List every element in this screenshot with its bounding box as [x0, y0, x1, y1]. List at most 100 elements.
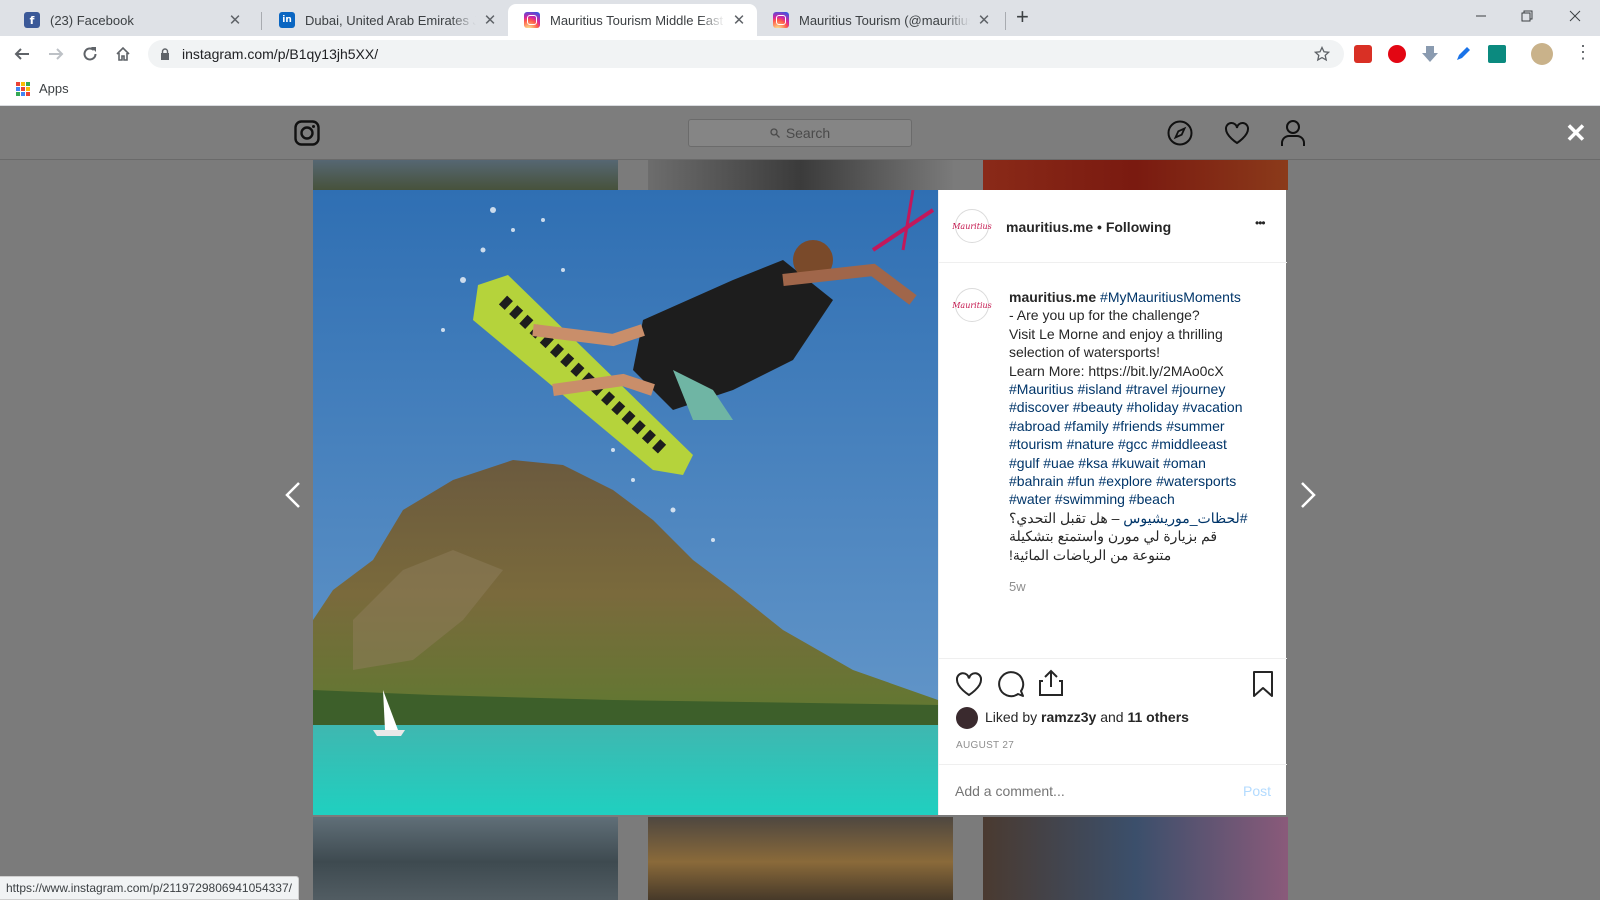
caption-username[interactable]: mauritius.me: [1009, 289, 1096, 305]
apps-bookmark[interactable]: Apps: [39, 81, 69, 96]
comment-icon[interactable]: [997, 670, 1025, 698]
share-icon[interactable]: [1038, 669, 1064, 697]
tab-title: Dubai, United Arab Emirates Jobs: [305, 12, 476, 28]
caption-hashtag[interactable]: #MyMauritiusMoments: [1100, 289, 1241, 305]
search-icon: [770, 128, 780, 138]
arabic-line: قم بزيارة لي مورن واستمتع بتشكيلة: [1009, 528, 1218, 545]
search-input[interactable]: Search: [688, 119, 912, 147]
grid-tile-image[interactable]: [313, 817, 618, 900]
comment-input[interactable]: [955, 776, 1225, 806]
chevron-right-icon[interactable]: [1300, 481, 1316, 509]
search-placeholder: Search: [785, 125, 831, 141]
caption-age[interactable]: 5w: [1009, 578, 1269, 596]
url-text[interactable]: instagram.com/p/B1qy13jh5XX/: [182, 46, 378, 62]
hashtag-line[interactable]: #gulf #uae #ksa #kuwait #oman: [1009, 454, 1269, 472]
heart-icon[interactable]: [1224, 121, 1250, 145]
divider: [939, 658, 1287, 659]
close-icon: [1569, 10, 1581, 22]
likes-summary: Liked by ramzz3y and 11 others: [985, 709, 1189, 725]
forward-button[interactable]: [42, 40, 70, 68]
caption-line: selection of watersports!: [1009, 344, 1160, 361]
home-button[interactable]: [109, 40, 137, 68]
close-tab-icon[interactable]: ✕: [482, 11, 498, 29]
adblock-icon[interactable]: [1388, 45, 1406, 63]
profile-icon[interactable]: [1280, 119, 1306, 147]
liked-by-label: Liked by: [985, 709, 1038, 725]
tab-title: Mauritius Tourism (@mauritius.to: [799, 12, 970, 28]
tab-separator: [1005, 12, 1006, 30]
home-icon: [116, 46, 130, 61]
book-extension-icon[interactable]: [1488, 45, 1506, 63]
pen-icon: [1457, 47, 1470, 60]
arrow-left-icon: [14, 48, 29, 60]
post-caption: mauritius.me #MyMauritiusMoments - Are y…: [1009, 288, 1269, 597]
hashtag-line[interactable]: #tourism #nature #gcc #middleeast: [1009, 435, 1269, 453]
hashtag-line[interactable]: #abroad #family #friends #summer: [1009, 417, 1269, 435]
download-extension-icon[interactable]: [1421, 45, 1439, 68]
compass-icon[interactable]: [1167, 120, 1193, 146]
extension-icon[interactable]: [1354, 45, 1372, 63]
chevron-left-icon[interactable]: [285, 481, 301, 509]
caption-avatar[interactable]: Mauritius: [952, 288, 992, 322]
grid-tile-image[interactable]: [648, 160, 953, 190]
star-icon[interactable]: [1314, 46, 1330, 62]
divider: [939, 764, 1287, 765]
minimize-icon: [1476, 15, 1486, 17]
post-header-author[interactable]: mauritius.me • Following: [1006, 219, 1171, 235]
arabic-hashtag[interactable]: #لحظات_موريشيوس: [1123, 510, 1247, 526]
restore-button[interactable]: [1504, 0, 1550, 32]
brand-logo-icon: Mauritius: [952, 300, 992, 310]
tab-linkedin[interactable]: in Dubai, United Arab Emirates Jobs ✕: [263, 4, 508, 36]
linkedin-icon: in: [279, 12, 295, 28]
liker-username[interactable]: ramzz3y: [1041, 709, 1096, 725]
apps-icon[interactable]: [16, 82, 30, 96]
bookmark-icon[interactable]: [1252, 670, 1274, 698]
liker-avatar[interactable]: [956, 707, 978, 729]
tab-mauritius-tourism[interactable]: Mauritius Tourism (@mauritius.to ✕: [757, 4, 1002, 36]
reload-button[interactable]: [76, 40, 104, 68]
grid-tile-image[interactable]: [983, 817, 1288, 900]
back-button[interactable]: [8, 40, 36, 68]
tab-separator: [261, 12, 262, 30]
restore-icon: [1521, 10, 1533, 22]
hashtag-line[interactable]: #discover #beauty #holiday #vacation: [1009, 398, 1269, 416]
hashtag-line[interactable]: #Mauritius #island #travel #journey: [1009, 380, 1269, 398]
browser-toolbar: instagram.com/p/B1qy13jh5XX/ ⋮: [0, 36, 1600, 72]
new-tab-button[interactable]: +: [1016, 4, 1029, 30]
hashtag-line[interactable]: #bahrain #fun #explore #watersports: [1009, 472, 1269, 490]
author-avatar[interactable]: Mauritius: [952, 209, 992, 243]
close-tab-icon[interactable]: ✕: [731, 11, 747, 29]
arrow-right-icon: [49, 48, 64, 60]
profile-avatar[interactable]: [1531, 43, 1553, 65]
like-heart-icon[interactable]: [955, 671, 983, 697]
address-bar[interactable]: instagram.com/p/B1qy13jh5XX/: [148, 40, 1344, 68]
post-date[interactable]: AUGUST 27: [956, 740, 1014, 751]
minimize-button[interactable]: [1458, 0, 1504, 32]
instagram-icon: [773, 12, 789, 28]
menu-kebab-icon[interactable]: ⋮: [1574, 42, 1592, 63]
close-tab-icon[interactable]: ✕: [976, 11, 992, 29]
caption-line: Visit Le Morne and enjoy a thrilling: [1009, 325, 1223, 342]
tab-facebook[interactable]: f (23) Facebook ✕: [8, 4, 253, 36]
grid-tile-image[interactable]: [648, 817, 953, 900]
tab-mauritius-middle-east[interactable]: Mauritius Tourism Middle East (@ ✕: [508, 4, 757, 36]
likes-others-link[interactable]: 11 others: [1127, 709, 1188, 725]
pen-extension-icon[interactable]: [1454, 45, 1472, 68]
hashtag-line[interactable]: #water #swimming #beach: [1009, 490, 1269, 508]
instagram-logo-icon[interactable]: [294, 120, 320, 146]
grid-tile-image[interactable]: [983, 160, 1288, 190]
close-tab-icon[interactable]: ✕: [227, 11, 243, 29]
close-modal-icon[interactable]: ✕: [1565, 118, 1587, 149]
post-image[interactable]: [313, 190, 938, 815]
grid-tile-image[interactable]: [313, 160, 618, 190]
brand-logo-icon: Mauritius: [952, 221, 992, 231]
post-comment-button[interactable]: Post: [1243, 783, 1271, 799]
close-window-button[interactable]: [1552, 0, 1598, 32]
instagram-page: Search Mauritius mauritius.me • Followin…: [0, 106, 1600, 900]
facebook-icon: f: [24, 12, 40, 28]
post-details-panel: Mauritius mauritius.me • Following ••• M…: [938, 190, 1287, 815]
caption-line: Learn More: https://bit.ly/2MAo0cX: [1009, 362, 1224, 379]
divider: [939, 262, 1287, 263]
arabic-line: متنوعة من الرياضات المائية!: [1009, 546, 1172, 563]
more-options-icon[interactable]: •••: [1255, 216, 1266, 230]
